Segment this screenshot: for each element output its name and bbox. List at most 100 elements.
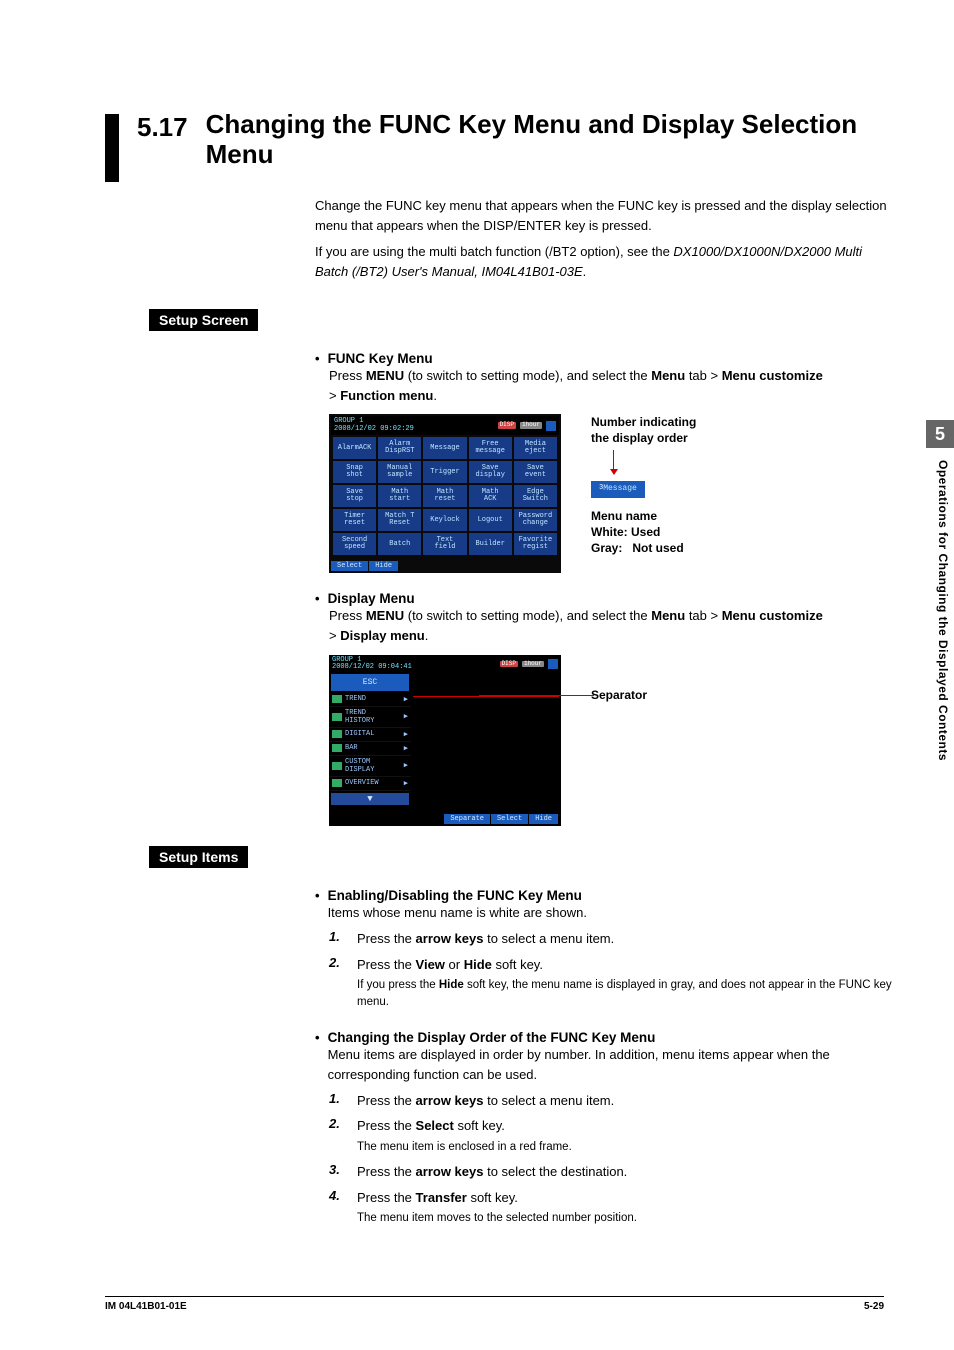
menu-item-label: BAR xyxy=(345,744,358,752)
t: Hide xyxy=(439,979,464,991)
t: Menu customize xyxy=(722,368,823,383)
or-step-2: Press the Select soft key. The menu item… xyxy=(357,1116,572,1156)
chevron-right-icon: ▶ xyxy=(404,712,408,721)
menu-item-label: DIGITAL xyxy=(345,730,374,738)
t: Hide xyxy=(464,957,492,972)
message-chip: 3Message xyxy=(591,481,645,498)
func-nav-line: Press MENU (to switch to setting mode), … xyxy=(329,366,894,406)
t: Menu customize xyxy=(722,608,823,623)
t: to select a menu item. xyxy=(483,1093,614,1108)
func-menu-cell: Second speed xyxy=(333,533,376,555)
intro-paragraph-1: Change the FUNC key menu that appears wh… xyxy=(315,196,894,236)
t: Press the xyxy=(357,1118,416,1133)
func-menu-cell: Math reset xyxy=(423,485,466,507)
func-menu-cell: Favorite regist xyxy=(514,533,557,555)
soft-hide: Hide xyxy=(529,814,558,824)
setup-screen-heading: Setup Screen xyxy=(149,309,258,331)
t: Menu xyxy=(651,368,685,383)
chevron-right-icon: ▶ xyxy=(404,695,408,704)
separator-line xyxy=(413,696,559,697)
t: Transfer xyxy=(416,1190,467,1205)
t: soft key. xyxy=(492,957,543,972)
en-step-2: Press the View or Hide soft key. If you … xyxy=(357,955,894,1012)
menu-item-icon xyxy=(332,744,342,752)
func-key-menu-heading: FUNC Key Menu xyxy=(328,351,433,366)
step-num: 2. xyxy=(329,1116,347,1131)
func-menu-cell: Keylock xyxy=(423,509,466,531)
func-menu-cell: Alarm DispRST xyxy=(378,437,421,459)
or-step-4-sub: The menu item moves to the selected numb… xyxy=(357,1210,637,1227)
t: arrow keys xyxy=(416,931,484,946)
t: or xyxy=(445,957,464,972)
intro2-prefix: If you are using the multi batch functio… xyxy=(315,244,673,259)
t: tab > xyxy=(685,368,722,383)
bullet-icon: • xyxy=(315,591,320,606)
t: Press the xyxy=(357,1093,416,1108)
t: (to switch to setting mode), and select … xyxy=(404,608,651,623)
disp-nav-line: Press MENU (to switch to setting mode), … xyxy=(329,606,894,646)
display-menu-item: OVERVIEW▶ xyxy=(329,777,411,791)
page-footer: IM 04L41B01-01E 5-29 xyxy=(105,1296,884,1312)
camera-icon xyxy=(546,421,556,431)
en-step-2-sub: If you press the Hide soft key, the menu… xyxy=(357,977,894,1012)
display-menu-item: TREND HISTORY ▶ xyxy=(329,707,411,728)
t: Press the xyxy=(357,1164,416,1179)
anno1-l1: Number indicating xyxy=(591,414,696,430)
step-num: 1. xyxy=(329,1091,347,1106)
t: > xyxy=(329,628,340,643)
t: soft key. xyxy=(454,1118,505,1133)
ds2-header-text: GROUP 1 2008/12/02 09:04:41 xyxy=(332,657,412,672)
func-menu-cell: AlarmACK xyxy=(333,437,376,459)
disp-badge: DISP xyxy=(500,661,518,668)
func-menu-cell: Text field xyxy=(423,533,466,555)
menu-item-icon xyxy=(332,695,342,703)
anno2-l1: Menu name xyxy=(591,508,696,524)
display-menu-screenshot: GROUP 1 2008/12/02 09:04:41 DISP 1hour E… xyxy=(329,655,561,826)
or-step-1: Press the arrow keys to select a menu it… xyxy=(357,1091,614,1111)
func-menu-cell: Trigger xyxy=(423,461,466,483)
menu-item-label: TREND xyxy=(345,695,366,703)
menu-item-icon xyxy=(332,713,342,721)
func-menu-cell: Math start xyxy=(378,485,421,507)
soft-key-row: SelectHide xyxy=(331,557,559,571)
t: tab > xyxy=(685,608,722,623)
display-menu-item: CUSTOM DISPLAY▶ xyxy=(329,756,411,777)
t: Select xyxy=(416,1118,454,1133)
func-menu-grid: AlarmACKAlarm DispRSTMessageFree message… xyxy=(331,435,559,557)
bullet-icon: • xyxy=(315,888,320,923)
menu-item-icon xyxy=(332,730,342,738)
sep-connector-line xyxy=(479,695,594,696)
t: Press the xyxy=(357,1190,416,1205)
display-menu-item: BAR▶ xyxy=(329,742,411,756)
more-indicator: ▼ xyxy=(331,793,409,805)
enable-heading: Enabling/Disabling the FUNC Key Menu xyxy=(328,888,587,903)
separator-label: Separator xyxy=(591,688,647,702)
t: Menu xyxy=(651,608,685,623)
title-bar xyxy=(105,114,119,182)
t: Press xyxy=(329,608,366,623)
display-menu-item: DIGITAL ▶ xyxy=(329,728,411,742)
time-badge: 1hour xyxy=(520,422,542,429)
t: Press the xyxy=(357,931,416,946)
func-menu-cell: Logout xyxy=(469,509,512,531)
soft-select: Select xyxy=(331,561,368,571)
disp-badge: DISP xyxy=(498,422,516,429)
ds2-menu-list: ESC TREND▶TREND HISTORY▶DIGITAL▶BAR▶CUST… xyxy=(329,674,411,807)
chevron-right-icon: ▶ xyxy=(404,730,408,739)
display-menu-heading: Display Menu xyxy=(328,591,415,606)
footer-right: 5-29 xyxy=(864,1301,884,1312)
menu-item-label: TREND HISTORY xyxy=(345,709,374,725)
intro-paragraph-2: If you are using the multi batch functio… xyxy=(315,242,894,282)
func-menu-cell: Math ACK xyxy=(469,485,512,507)
func-menu-cell: Save stop xyxy=(333,485,376,507)
t: MENU xyxy=(366,608,404,623)
step-num: 4. xyxy=(329,1188,347,1203)
chip-label: Message xyxy=(603,484,637,493)
time-badge: 1hour xyxy=(522,661,544,668)
func-menu-cell: Message xyxy=(423,437,466,459)
esc-button: ESC xyxy=(331,674,409,691)
t: Display menu xyxy=(340,628,425,643)
menu-item-label: CUSTOM DISPLAY xyxy=(345,758,374,774)
or-step-3: Press the arrow keys to select the desti… xyxy=(357,1162,627,1182)
section-number: 5.17 xyxy=(137,110,188,143)
